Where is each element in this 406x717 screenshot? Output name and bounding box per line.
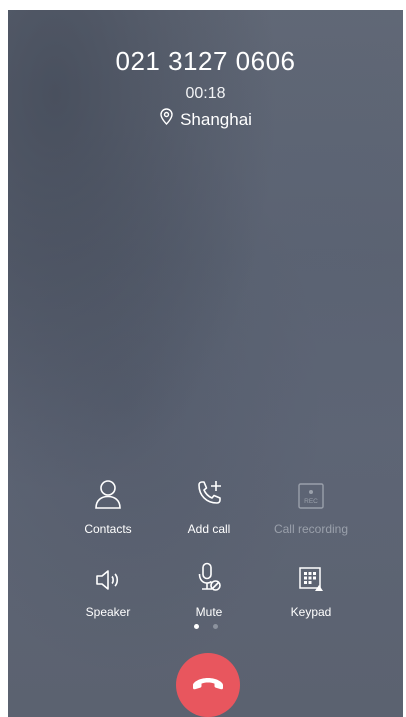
- speaker-icon: [94, 568, 122, 597]
- caller-info: 021 3127 0606 00:18 Shanghai: [8, 46, 403, 131]
- call-controls-row-2: Speaker Mute Keypad: [8, 562, 403, 625]
- phone-number: 021 3127 0606: [115, 46, 296, 76]
- page-indicator: [8, 624, 403, 629]
- page-dot-active[interactable]: [193, 624, 199, 629]
- add-call-icon: [194, 479, 224, 514]
- end-call-icon: [191, 673, 225, 698]
- page-dot[interactable]: [212, 624, 218, 629]
- call-recording-button[interactable]: REC Call recording: [251, 480, 371, 536]
- end-call-button[interactable]: [176, 653, 240, 717]
- rec-icon: REC: [298, 483, 324, 514]
- rec-badge-text: REC: [304, 498, 318, 505]
- location-label: Shanghai: [180, 109, 252, 129]
- call-duration: 00:18: [185, 85, 226, 102]
- call-controls-row-1: Contacts Add call REC Call recording: [8, 480, 403, 542]
- call-recording-label: Call recording: [273, 522, 349, 536]
- in-call-screen: 021 3127 0606 00:18 Shanghai Contacts Ad…: [8, 10, 403, 717]
- keypad-icon: [298, 566, 324, 597]
- keypad-button[interactable]: Keypad: [251, 563, 371, 619]
- contacts-icon: [94, 479, 122, 514]
- keypad-label: Keypad: [290, 605, 332, 619]
- mute-mic-icon: [196, 562, 222, 597]
- caller-location: Shanghai: [8, 108, 403, 131]
- location-pin-icon: [159, 108, 174, 131]
